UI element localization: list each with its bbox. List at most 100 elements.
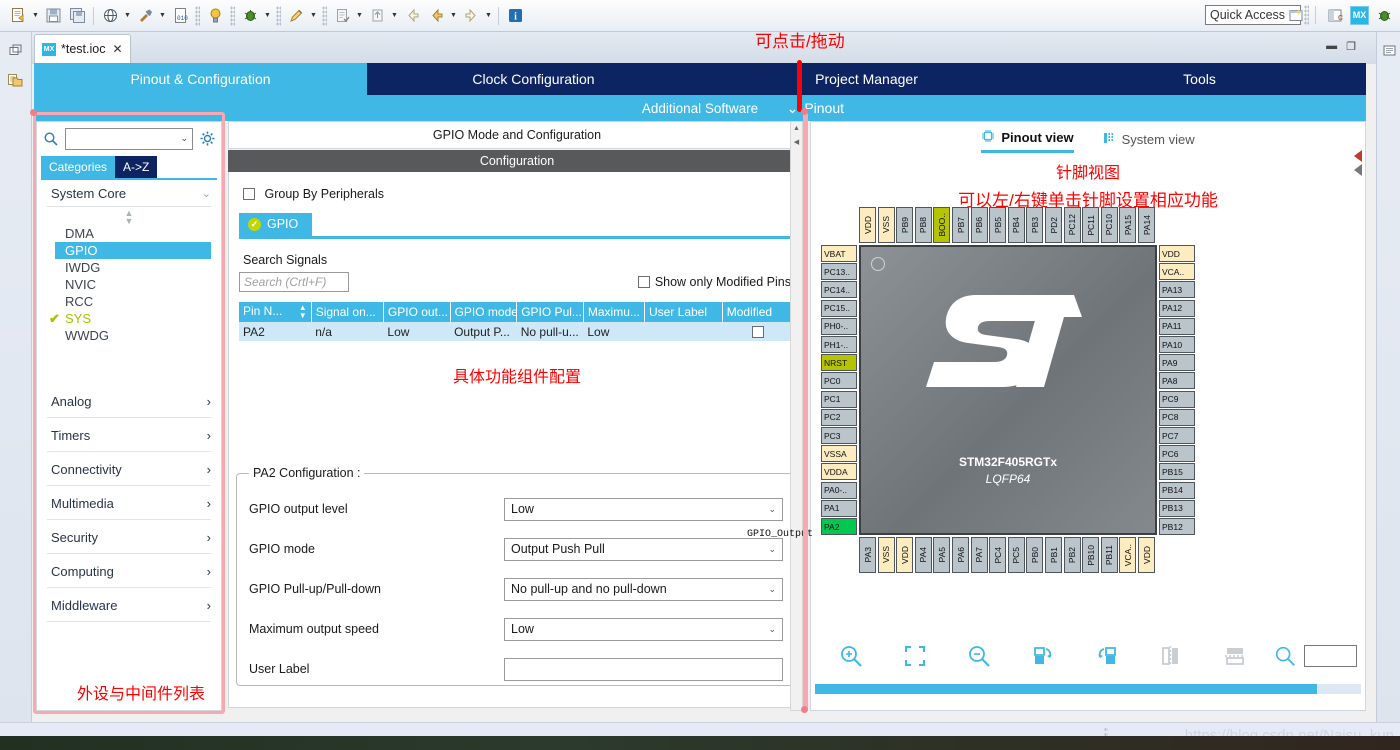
group-by-peripherals-row[interactable]: Group By Peripherals xyxy=(239,182,795,213)
col-maximum-speed[interactable]: Maximu... xyxy=(583,302,645,322)
pin-PA3[interactable]: PA3 xyxy=(859,537,876,573)
fit-to-screen-icon[interactable] xyxy=(883,636,947,676)
signal-search-input[interactable]: Search (Crtl+F) xyxy=(239,272,349,292)
debug-dropdown-icon[interactable]: ▼ xyxy=(262,5,273,27)
pin-right-PA8[interactable]: PA8 xyxy=(1159,372,1195,390)
new-file-icon[interactable] xyxy=(7,5,29,27)
toolbar-drag-dots-4[interactable] xyxy=(322,5,327,26)
pinout-panel-collapse-arrows[interactable] xyxy=(1352,148,1364,188)
pin-VBAT[interactable]: VBAT xyxy=(821,245,857,262)
peripheral-item-dma[interactable]: DMA xyxy=(37,225,221,242)
pin-right-PB12[interactable]: PB12 xyxy=(1159,518,1195,535)
col-modified[interactable]: Modified xyxy=(722,302,796,322)
group-header-analog[interactable]: Analog › xyxy=(37,384,221,417)
toolbar-drag-dots-3[interactable] xyxy=(276,5,281,26)
group-header-middleware[interactable]: Middleware › xyxy=(37,588,221,621)
pin-PB6[interactable]: PB6 xyxy=(970,207,988,243)
back-icon[interactable] xyxy=(425,5,447,27)
pin-PD2[interactable]: PD2 xyxy=(1045,207,1062,243)
pin-right-PC7[interactable]: PC7 xyxy=(1159,427,1195,444)
pin-VDD[interactable]: VDD xyxy=(1138,537,1155,573)
pin-right-PC8[interactable]: PC8 xyxy=(1159,408,1195,426)
peripheral-item-iwdg[interactable]: IWDG xyxy=(37,259,221,276)
tab-project-manager[interactable]: Project Manager xyxy=(700,63,1033,95)
tab-system-view[interactable]: System view xyxy=(1102,129,1195,153)
peripheral-item-sys[interactable]: ✔ SYS xyxy=(37,310,221,327)
pin-VSS[interactable]: VSS xyxy=(877,207,895,243)
show-modified-pins-row[interactable]: Show only Modified Pins xyxy=(637,275,795,289)
pin-PB4[interactable]: PB4 xyxy=(1007,207,1025,243)
search-input[interactable]: ⌄ xyxy=(65,127,193,150)
pin-PC15[interactable]: PC15.. xyxy=(821,299,857,317)
pin-PA6[interactable]: PA6 xyxy=(952,537,969,573)
pin-BOO[interactable]: BOO.. xyxy=(933,207,951,243)
pin-VSSA[interactable]: VSSA xyxy=(821,445,857,463)
pin-PA0[interactable]: PA0-.. xyxy=(821,481,857,499)
toolbar-drag-dots-2[interactable] xyxy=(230,5,235,26)
pen-icon[interactable] xyxy=(285,5,307,27)
binary-file-icon[interactable]: 010 xyxy=(169,5,191,27)
back-dropdown-icon[interactable]: ▼ xyxy=(448,5,459,27)
maximize-icon[interactable]: ❐ xyxy=(1346,40,1356,53)
pin-PC12[interactable]: PC12 xyxy=(1063,207,1081,243)
editor-tab-test-ioc[interactable]: MX *test.ioc ✕ xyxy=(34,34,131,63)
scroll-spinner-icon[interactable]: ▲ ▼ xyxy=(37,207,221,226)
tab-categories[interactable]: Categories xyxy=(41,156,116,178)
pen-dropdown-icon[interactable]: ▼ xyxy=(308,5,319,27)
pin-right-PB15[interactable]: PB15 xyxy=(1159,463,1195,481)
pin-PB7[interactable]: PB7 xyxy=(952,207,969,243)
info-icon[interactable]: i xyxy=(504,5,526,27)
scroll-up-icon[interactable]: ▲ xyxy=(791,122,802,135)
save-all-icon[interactable] xyxy=(66,5,88,27)
pin-PB1[interactable]: PB1 xyxy=(1045,537,1062,573)
pin-VDD[interactable]: VDD xyxy=(859,207,876,243)
marker-icon[interactable] xyxy=(331,5,353,27)
restore-view-icon[interactable] xyxy=(4,38,28,62)
flip-vertical-icon[interactable] xyxy=(1203,636,1267,676)
col-gpio-mode[interactable]: GPIO mode xyxy=(450,302,518,322)
gpio-output-level-select[interactable]: Low ⌄ xyxy=(504,497,783,521)
peripheral-item-wwdg[interactable]: WWDG xyxy=(37,327,221,344)
pin-VCA[interactable]: VCA.. xyxy=(1119,537,1137,573)
tab-pinout-view[interactable]: Pinout view xyxy=(981,129,1074,153)
pin-right-VCA[interactable]: VCA.. xyxy=(1159,263,1195,281)
marker-dropdown-icon[interactable]: ▼ xyxy=(354,5,365,27)
pin-PA7[interactable]: PA7 xyxy=(970,537,988,573)
pin-PB5[interactable]: PB5 xyxy=(989,207,1007,243)
tab-pinout-configuration[interactable]: Pinout & Configuration xyxy=(34,63,367,95)
pin-right-PB13[interactable]: PB13 xyxy=(1159,499,1195,517)
pin-right-PA10[interactable]: PA10 xyxy=(1159,336,1195,353)
pin-PB8[interactable]: PB8 xyxy=(914,207,932,243)
configuration-vertical-scrollbar[interactable]: ▲ ◀ xyxy=(790,121,803,711)
pin-PC2[interactable]: PC2 xyxy=(821,408,857,426)
pin-PC14[interactable]: PC14.. xyxy=(821,281,857,299)
col-signal-on-pin[interactable]: Signal on... xyxy=(311,302,384,322)
pin-search-input[interactable] xyxy=(1304,645,1357,667)
pin-right-PA13[interactable]: PA13 xyxy=(1159,281,1195,299)
debug-perspective-icon[interactable] xyxy=(1373,4,1395,26)
tab-clock-configuration[interactable]: Clock Configuration xyxy=(367,63,700,95)
zoom-in-icon[interactable] xyxy=(819,636,883,676)
group-header-security[interactable]: Security › xyxy=(37,520,221,553)
pin-right-PB14[interactable]: PB14 xyxy=(1159,481,1195,499)
pin-PB3[interactable]: PB3 xyxy=(1026,207,1044,243)
pin-PA1[interactable]: PA1 xyxy=(821,499,857,517)
pin-right-PA11[interactable]: PA11 xyxy=(1159,317,1195,335)
pin-VDDA[interactable]: VDDA xyxy=(821,463,857,481)
peripheral-item-rcc[interactable]: RCC xyxy=(37,293,221,310)
pin-right-VDD[interactable]: VDD xyxy=(1159,245,1195,262)
debug-bulb-icon[interactable] xyxy=(204,5,226,27)
peripheral-item-gpio[interactable]: GPIO xyxy=(55,242,211,259)
forward-icon[interactable] xyxy=(460,5,482,27)
rotate-right-icon[interactable] xyxy=(1011,636,1075,676)
cell-modified[interactable] xyxy=(722,322,795,341)
pin-right-PC6[interactable]: PC6 xyxy=(1159,445,1195,463)
pin-PB9[interactable]: PB9 xyxy=(896,207,914,243)
gear-icon[interactable] xyxy=(197,129,217,149)
pin-PC3[interactable]: PC3 xyxy=(821,427,857,444)
group-by-peripherals-checkbox[interactable] xyxy=(243,188,255,200)
pin-PC0[interactable]: PC0 xyxy=(821,372,857,390)
pin-PB10[interactable]: PB10 xyxy=(1082,537,1100,573)
tab-tools[interactable]: Tools xyxy=(1033,63,1366,95)
close-icon[interactable]: ✕ xyxy=(112,42,122,56)
